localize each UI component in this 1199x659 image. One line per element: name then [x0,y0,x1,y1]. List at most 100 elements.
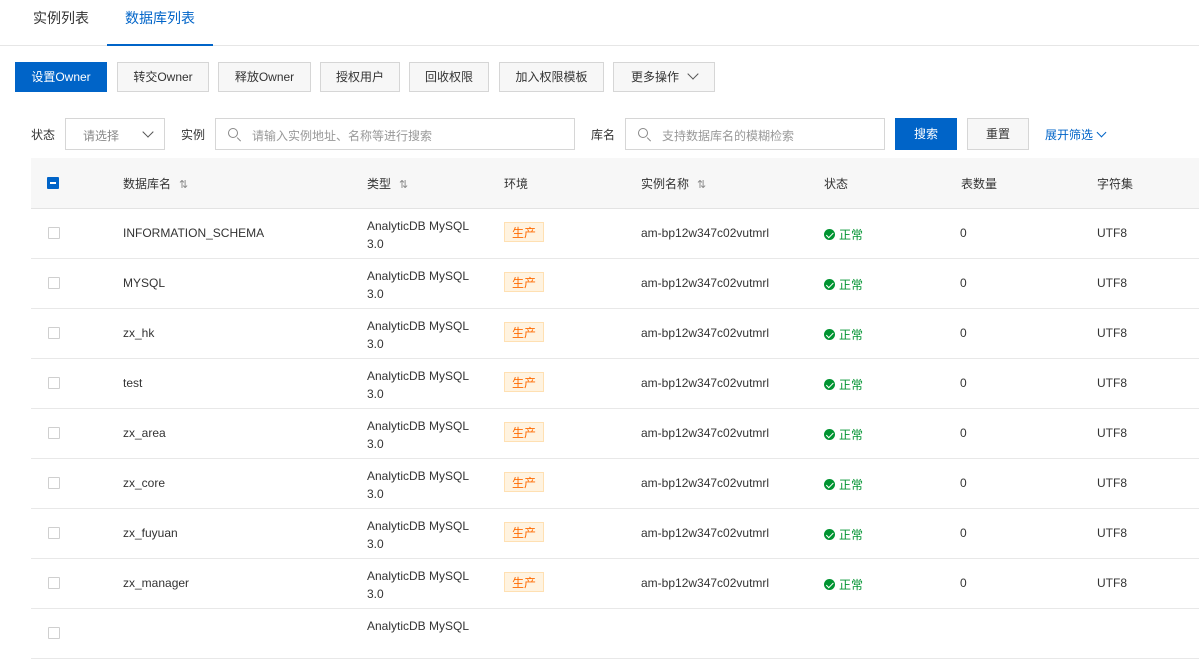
row-checkbox[interactable] [48,627,60,639]
status-cell: 正常 [824,476,863,493]
row-checkbox[interactable] [48,327,60,339]
cell-type: AnalyticDB MySQL 3.0 [367,269,469,301]
cell-database-name[interactable]: MYSQL [123,276,165,290]
row-checkbox[interactable] [48,427,60,439]
status-cell: 正常 [824,576,863,593]
cell-database-name[interactable]: zx_fuyuan [123,526,178,540]
cell-charset: UTF8 [1097,276,1127,290]
transfer-owner-button[interactable]: 转交Owner [117,62,209,92]
table-row[interactable]: zx_hk AnalyticDB MySQL 3.0 生产 am-bp12w347c0… [31,308,1199,359]
add-permission-template-button[interactable]: 加入权限模板 [499,62,604,92]
cell-charset: UTF8 [1097,326,1127,340]
cell-database-name[interactable]: INFORMATION_SCHEMA [123,226,264,240]
cell-charset: UTF8 [1097,376,1127,390]
table-row[interactable]: AnalyticDB MySQL [31,608,1199,659]
cell-table-count: 0 [960,426,967,440]
db-name-search-input[interactable]: 支持数据库名的模糊检索 [625,118,885,150]
header-status: 状态 [824,177,849,191]
cell-charset: UTF8 [1097,526,1127,540]
cell-type: AnalyticDB MySQL 3.0 [367,369,469,401]
cell-table-count: 0 [960,226,967,240]
cell-charset: UTF8 [1097,226,1127,240]
table-row[interactable]: MYSQL AnalyticDB MySQL 3.0 生产 am-bp12w347c0… [31,258,1199,309]
search-button[interactable]: 搜索 [895,118,957,150]
cell-type: AnalyticDB MySQL 3.0 [367,219,469,251]
check-circle-icon [824,379,835,390]
header-type-label: 类型 [367,177,392,191]
header-type[interactable]: 类型 ⇅ [367,175,408,192]
cell-instance-name[interactable]: am-bp12w347c02vutmrl [641,526,769,540]
cell-instance-name[interactable]: am-bp12w347c02vutmrl [641,376,769,390]
instance-search-input[interactable]: 请输入实例地址、名称等进行搜索 [215,118,575,150]
status-text: 正常 [839,578,864,592]
status-select[interactable]: 请选择 [65,118,165,150]
cell-instance-name[interactable]: am-bp12w347c02vutmrl [641,226,769,240]
status-select-placeholder: 请选择 [83,129,120,143]
sort-icon[interactable]: ⇅ [399,178,408,191]
search-icon [638,128,652,142]
cell-type: AnalyticDB MySQL 3.0 [367,569,469,601]
header-database-name[interactable]: 数据库名 ⇅ [123,175,188,192]
reset-button[interactable]: 重置 [967,118,1029,150]
cell-instance-name[interactable]: am-bp12w347c02vutmrl [641,576,769,590]
table-row[interactable]: zx_manager AnalyticDB MySQL 3.0 生产 am-bp12w… [31,558,1199,609]
check-circle-icon [824,579,835,590]
env-tag: 生产 [504,472,545,492]
cell-type: AnalyticDB MySQL [367,619,470,633]
cell-type: AnalyticDB MySQL 3.0 [367,519,469,551]
cell-database-name[interactable]: zx_area [123,426,166,440]
cell-instance-name[interactable]: am-bp12w347c02vutmrl [641,426,769,440]
table-row[interactable]: zx_area AnalyticDB MySQL 3.0 生产 am-bp12w347… [31,408,1199,459]
env-tag: 生产 [504,572,545,592]
table-row[interactable]: test AnalyticDB MySQL 3.0 生产 am-bp12w347c02… [31,358,1199,409]
header-instance-name[interactable]: 实例名称 ⇅ [641,175,706,192]
sort-icon[interactable]: ⇅ [697,178,706,191]
cell-charset: UTF8 [1097,576,1127,590]
status-cell: 正常 [824,426,863,443]
search-icon [228,128,242,142]
table-row[interactable]: INFORMATION_SCHEMA AnalyticDB MySQL 3.0 生产… [31,208,1199,259]
cell-charset: UTF8 [1097,426,1127,440]
sort-icon[interactable]: ⇅ [179,178,188,191]
cell-database-name[interactable]: zx_manager [123,576,189,590]
env-tag: 生产 [504,422,545,442]
revoke-permission-button[interactable]: 回收权限 [409,62,489,92]
header-instance-name-label: 实例名称 [641,177,690,191]
status-text: 正常 [839,478,864,492]
check-circle-icon [824,479,835,490]
table-row[interactable]: zx_fuyuan AnalyticDB MySQL 3.0 生产 am-bp12w3… [31,508,1199,559]
cell-database-name[interactable]: zx_hk [123,326,154,340]
status-cell: 正常 [824,526,863,543]
tab-database-list[interactable]: 数据库列表 [107,0,213,46]
table-row[interactable]: zx_core AnalyticDB MySQL 3.0 生产 am-bp12w347… [31,458,1199,509]
row-checkbox[interactable] [48,277,60,289]
cell-instance-name[interactable]: am-bp12w347c02vutmrl [641,476,769,490]
instance-search-placeholder: 请输入实例地址、名称等进行搜索 [252,129,433,143]
more-actions-button[interactable]: 更多操作 [613,62,715,92]
status-text: 正常 [839,278,864,292]
status-text: 正常 [839,528,864,542]
env-tag: 生产 [504,322,545,342]
row-checkbox[interactable] [48,377,60,389]
expand-filters-link[interactable]: 展开筛选 [1045,126,1107,143]
cell-instance-name[interactable]: am-bp12w347c02vutmrl [641,326,769,340]
status-text: 正常 [839,228,864,242]
select-all-checkbox[interactable] [47,177,59,189]
status-cell: 正常 [824,376,863,393]
cell-database-name[interactable]: zx_core [123,476,165,490]
row-checkbox[interactable] [48,577,60,589]
authorize-user-button[interactable]: 授权用户 [320,62,400,92]
row-checkbox[interactable] [48,227,60,239]
row-checkbox[interactable] [48,477,60,489]
release-owner-button[interactable]: 释放Owner [218,62,311,92]
cell-instance-name[interactable]: am-bp12w347c02vutmrl [641,276,769,290]
tab-instance-list[interactable]: 实例列表 [33,0,89,45]
set-owner-button[interactable]: 设置Owner [15,62,107,92]
chevron-down-icon [1096,127,1107,138]
env-tag: 生产 [504,272,545,292]
check-circle-icon [824,529,835,540]
check-circle-icon [824,429,835,440]
cell-database-name[interactable]: test [123,376,142,390]
row-checkbox[interactable] [48,527,60,539]
cell-type: AnalyticDB MySQL 3.0 [367,319,469,351]
